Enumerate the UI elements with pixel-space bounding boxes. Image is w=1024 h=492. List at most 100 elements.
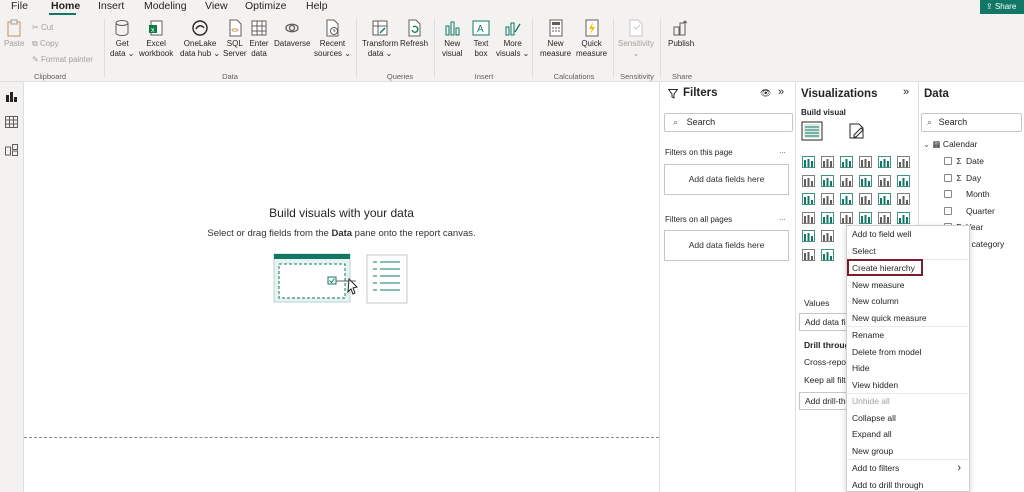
map-icon[interactable] bbox=[802, 211, 815, 224]
quick-measure-button[interactable]: Quick measure bbox=[576, 18, 607, 58]
values-drop-well[interactable]: Add data fi bbox=[799, 313, 849, 331]
enter-data-button[interactable]: Enter data bbox=[249, 18, 269, 58]
report-canvas[interactable]: Build visuals with your data Select or d… bbox=[24, 82, 659, 492]
scatter-icon[interactable] bbox=[840, 193, 853, 205]
card-icon[interactable] bbox=[878, 211, 891, 224]
menu-item-add-to-filters[interactable]: Add to filters › bbox=[847, 460, 969, 477]
get-data-button[interactable]: Get data ⌄ bbox=[110, 18, 135, 58]
menu-help[interactable]: Help bbox=[306, 0, 328, 13]
filters-page-drop-well[interactable]: Add data fields here bbox=[664, 164, 789, 195]
collapse-filters-icon[interactable]: » bbox=[778, 86, 784, 98]
field-day[interactable]: Σ Day bbox=[944, 173, 981, 183]
treemap-icon[interactable] bbox=[897, 193, 910, 205]
stacked-area-icon[interactable] bbox=[840, 174, 853, 187]
line-column-icon[interactable] bbox=[859, 174, 872, 187]
menu-item-add-to-field-well[interactable]: Add to field well bbox=[847, 226, 969, 243]
sql-server-button[interactable]: SQL Server bbox=[223, 18, 247, 58]
transform-data-button[interactable]: Transform data ⌄ bbox=[362, 18, 398, 58]
donut-chart-icon[interactable] bbox=[878, 193, 891, 205]
paste-button[interactable]: Paste bbox=[4, 18, 24, 49]
field-checkbox[interactable] bbox=[944, 173, 952, 182]
report-view-icon[interactable] bbox=[5, 90, 18, 102]
build-visual-tab-icon[interactable] bbox=[801, 121, 823, 141]
eye-icon[interactable]: 👁 bbox=[760, 88, 771, 99]
clustered-column-icon[interactable] bbox=[859, 156, 872, 168]
menu-item-new-measure[interactable]: New measure bbox=[847, 277, 969, 294]
menu-modeling[interactable]: Modeling bbox=[144, 0, 187, 13]
line-chart-icon[interactable] bbox=[802, 174, 815, 187]
copy-button[interactable]: ⧉ Copy bbox=[32, 39, 59, 49]
menu-item-expand-all[interactable]: Expand all bbox=[847, 426, 969, 443]
field-quarter[interactable]: Quarter bbox=[944, 206, 995, 216]
key-influencers-icon[interactable] bbox=[802, 248, 815, 261]
line-clustered-icon[interactable] bbox=[878, 174, 891, 187]
share-button[interactable]: ⇪ Share bbox=[980, 0, 1024, 14]
100-bar-icon[interactable] bbox=[878, 156, 891, 168]
refresh-button[interactable]: Refresh bbox=[400, 18, 428, 49]
stacked-bar-icon[interactable] bbox=[802, 156, 815, 168]
format-painter-button[interactable]: ✎ Format painter bbox=[32, 55, 93, 64]
field-label: Date bbox=[966, 156, 984, 166]
menu-item-collapse-all[interactable]: Collapse all bbox=[847, 410, 969, 427]
collapse-visualizations-icon[interactable]: » bbox=[903, 86, 909, 98]
model-view-icon[interactable] bbox=[5, 144, 18, 156]
menu-item-new-group[interactable]: New group bbox=[847, 443, 969, 460]
field-checkbox[interactable] bbox=[944, 157, 952, 165]
menu-insert[interactable]: Insert bbox=[98, 0, 124, 13]
dataverse-button[interactable]: Dataverse bbox=[274, 18, 310, 49]
field-month[interactable]: Month bbox=[944, 189, 990, 199]
sensitivity-button[interactable]: Sensitivity ⌄ bbox=[618, 18, 654, 58]
menu-file[interactable]: File bbox=[11, 0, 28, 13]
gauge-icon[interactable] bbox=[859, 211, 872, 224]
filters-all-pages-drop-well[interactable]: Add data fields here bbox=[664, 230, 789, 261]
menu-home[interactable]: Home bbox=[51, 0, 80, 13]
table-calendar[interactable]: ⌄ ▦ Calendar bbox=[923, 139, 977, 150]
onelake-label-1: OneLake bbox=[183, 39, 217, 48]
more-options-icon[interactable]: ... bbox=[779, 146, 786, 155]
kpi-icon[interactable] bbox=[802, 230, 815, 242]
stacked-column-icon[interactable] bbox=[821, 156, 834, 168]
new-visual-button[interactable]: New visual bbox=[442, 18, 462, 58]
excel-workbook-button[interactable]: x Excel workbook bbox=[139, 18, 173, 58]
cut-button[interactable]: ✂ Cut bbox=[32, 23, 53, 32]
azure-map-icon[interactable] bbox=[840, 211, 853, 224]
menu-item-hide[interactable]: Hide bbox=[847, 360, 969, 377]
text-box-button[interactable]: A Text box bbox=[471, 18, 491, 58]
menu-item-delete-from-model[interactable]: Delete from model bbox=[847, 344, 969, 361]
clustered-bar-icon[interactable] bbox=[840, 156, 853, 168]
decomposition-tree-icon[interactable] bbox=[821, 248, 834, 261]
waterfall-icon[interactable] bbox=[802, 193, 815, 205]
publish-button[interactable]: Publish bbox=[668, 18, 694, 49]
new-measure-button[interactable]: New measure bbox=[540, 18, 571, 58]
data-search-input[interactable]: ⌕ Search bbox=[921, 113, 1022, 132]
table-view-icon[interactable] bbox=[5, 116, 18, 128]
menu-item-select[interactable]: Select bbox=[847, 243, 969, 260]
menu-view[interactable]: View bbox=[205, 0, 228, 13]
field-checkbox[interactable] bbox=[944, 206, 952, 215]
100-column-icon[interactable] bbox=[897, 156, 910, 168]
menu-optimize[interactable]: Optimize bbox=[245, 0, 286, 13]
recent-sources-button[interactable]: Recent sources ⌄ bbox=[314, 18, 351, 58]
menu-item-rename[interactable]: Rename bbox=[847, 327, 969, 344]
pie-chart-icon[interactable] bbox=[859, 193, 872, 205]
multirow-card-icon[interactable] bbox=[897, 211, 910, 224]
more-options-icon[interactable]: ... bbox=[779, 213, 786, 222]
filled-map-icon[interactable] bbox=[821, 211, 834, 224]
more-visuals-button[interactable]: More visuals ⌄ bbox=[496, 18, 529, 58]
format-visual-tab-icon[interactable] bbox=[848, 122, 866, 140]
slicer-icon[interactable] bbox=[821, 230, 834, 242]
filters-search-input[interactable]: ⌕ Search bbox=[664, 113, 793, 132]
funnel-icon[interactable] bbox=[821, 193, 834, 205]
menu-item-add-to-drill-through[interactable]: Add to drill through bbox=[847, 477, 969, 492]
field-date[interactable]: Σ Date bbox=[944, 156, 984, 166]
area-chart-icon[interactable] bbox=[821, 174, 834, 187]
keep-all-filters-toggle-label: Keep all filte bbox=[804, 375, 851, 385]
menu-item-new-quick-measure[interactable]: New quick measure bbox=[847, 310, 969, 327]
menu-item-view-hidden[interactable]: View hidden bbox=[847, 377, 969, 394]
menu-item-new-column[interactable]: New column bbox=[847, 293, 969, 310]
drill-through-drop-well[interactable]: Add drill-th bbox=[799, 392, 849, 410]
ribbon-chart-icon[interactable] bbox=[897, 174, 910, 187]
field-checkbox[interactable] bbox=[944, 190, 952, 198]
onelake-data-hub-button[interactable]: OneLake data hub ⌄ bbox=[180, 18, 220, 58]
cross-report-toggle-label: Cross-repor bbox=[804, 357, 849, 367]
